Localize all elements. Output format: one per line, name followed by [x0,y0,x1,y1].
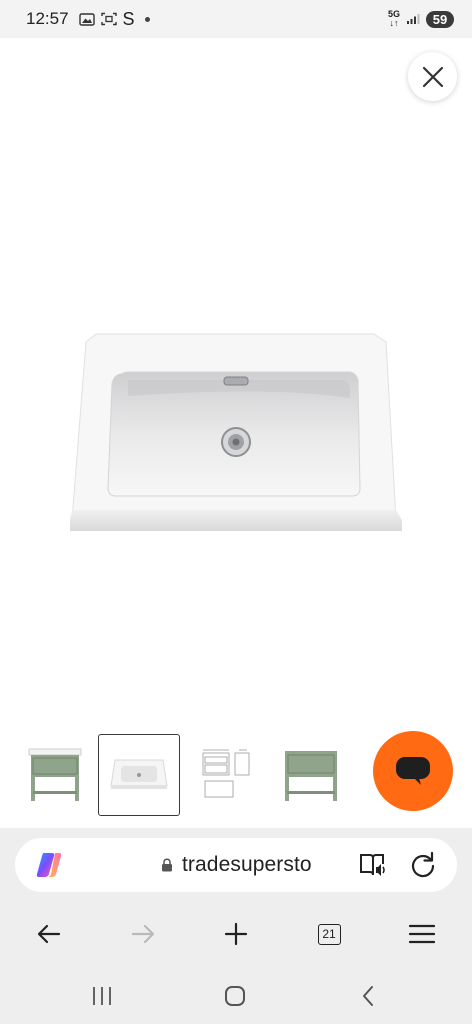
screenshot-notification-icon [100,12,117,26]
hamburger-menu-icon [409,924,435,944]
address-bar[interactable]: tradesupersto [15,838,457,892]
lock-icon [162,858,172,872]
system-back-icon [363,986,373,1006]
thumbnail-vanity-with-basin[interactable] [14,734,96,816]
s-notification-icon: S [122,8,135,29]
back-button[interactable] [33,918,65,950]
recent-apps-icon [93,987,111,1005]
new-tab-button[interactable] [220,918,252,950]
status-notification-icons: S [78,8,150,30]
plus-icon [224,922,248,946]
network-type: 5G ↓↑ [387,9,400,28]
system-back-button[interactable] [354,984,382,1008]
system-navigation-bar [0,966,472,1024]
chat-button[interactable] [373,731,453,811]
tab-count: 21 [317,923,341,945]
url-display[interactable]: tradesupersto [161,838,312,892]
status-time: 12:57 [26,9,69,28]
home-button[interactable] [221,984,249,1008]
thumbnail-vanity-unit[interactable] [270,734,352,816]
back-arrow-icon [37,924,61,944]
tabs-button[interactable]: 21 [313,918,345,950]
thumbnail-basin[interactable] [98,734,180,816]
signal-icon [406,13,420,25]
main-product-image[interactable] [68,328,404,538]
forward-button[interactable] [127,918,159,950]
close-button[interactable] [408,52,457,101]
browser-toolbar: 21 [0,908,472,958]
thumbnail-technical-drawing[interactable] [186,734,268,816]
reload-icon[interactable] [409,851,437,879]
menu-button[interactable] [406,918,438,950]
battery-indicator: 59 [426,10,454,28]
status-system-icons: 5G ↓↑ 59 [388,10,454,28]
copilot-icon[interactable] [34,850,64,880]
close-icon [422,66,443,87]
chat-bubble-icon [396,757,430,785]
recent-apps-button[interactable] [88,984,116,1008]
home-icon [225,986,245,1006]
forward-arrow-icon [131,924,155,944]
more-notifications-dot [144,16,150,22]
status-bar: 12:57 S 5G ↓↑ 59 [0,0,472,38]
url-text: tradesupersto [182,853,312,876]
photo-notification-icon [78,12,95,26]
read-aloud-icon[interactable] [359,852,387,878]
